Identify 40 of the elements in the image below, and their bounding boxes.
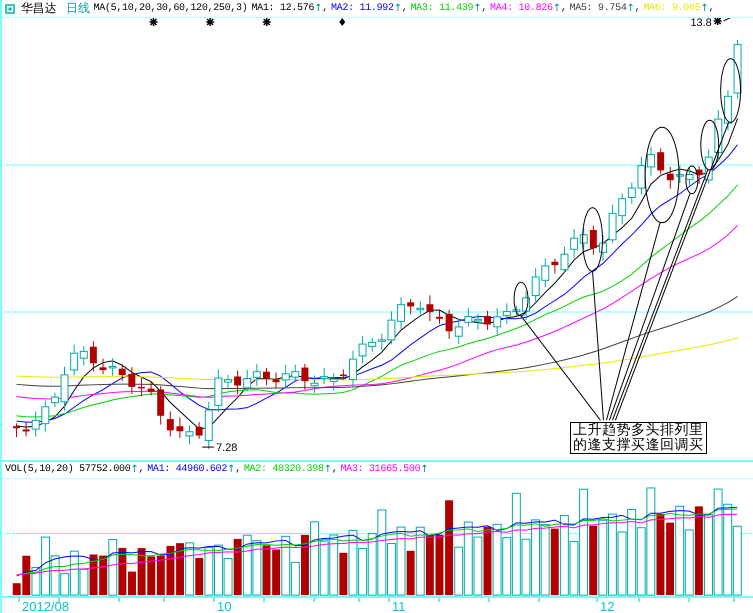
volume-value: MA3: 31665.500: [340, 464, 420, 476]
high-price-label: 13.8: [690, 18, 712, 29]
separator: ,: [560, 3, 567, 14]
volume-value: MA2: 40320.398: [244, 464, 324, 476]
separator: ,: [138, 464, 144, 476]
separator: ,: [634, 3, 640, 14]
date-axis-label: 12: [600, 599, 614, 613]
date-axis-label: 10: [217, 599, 232, 613]
separator: ,: [708, 3, 714, 14]
up-arrow: ↑: [227, 464, 236, 476]
stock-name: 华昌达: [21, 0, 56, 17]
annotation-text: 上升趋势多头排列里: [573, 423, 704, 438]
annotation-text: 的逢支撑买逢回调买: [573, 438, 704, 453]
separator: ,: [332, 464, 338, 476]
separator: ,: [322, 3, 328, 14]
up-arrow: ↑: [314, 3, 322, 14]
period-label: 日线: [66, 0, 90, 17]
volume-value: VOL(5,10,20) 57752.000: [5, 464, 130, 476]
ma-value: MA1: 12.576: [251, 3, 314, 14]
separator: ,: [235, 464, 241, 476]
ma-value: MA3: 11.439: [410, 3, 474, 14]
separator: ,: [402, 3, 408, 14]
up-arrow: ↑: [552, 3, 561, 14]
up-arrow: ↑: [420, 464, 428, 476]
date-axis-label: 11: [392, 599, 406, 613]
ma-value: MA5: 9.754: [570, 3, 627, 14]
up-arrow: ↑: [626, 3, 635, 14]
up-arrow: ↑: [130, 464, 139, 476]
ma-value: MA4: 10.826: [490, 3, 553, 14]
up-arrow: ↑: [394, 3, 402, 14]
up-arrow: ↑: [473, 3, 482, 14]
volume-value: MA1: 44960.602: [147, 464, 228, 476]
up-arrow: ↑: [324, 464, 332, 476]
low-price-label: 7.28: [216, 442, 238, 454]
up-arrow: ↑: [700, 3, 708, 14]
ma-value: MA6: 9.065: [643, 3, 700, 14]
indicator-label: MA(5,10,20,30,60,120,250,3): [94, 3, 248, 14]
ma-value: MA2: 11.992: [330, 3, 394, 14]
separator: ,: [481, 3, 487, 14]
date-axis-label: 2012/08: [22, 599, 69, 613]
